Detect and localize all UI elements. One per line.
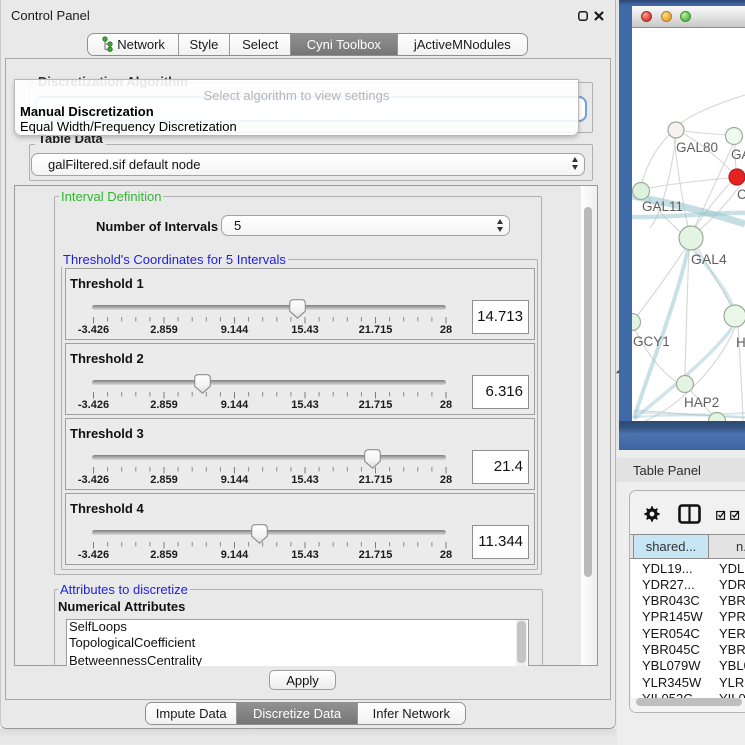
svg-text:C: C <box>737 187 745 202</box>
svg-text:GAL4: GAL4 <box>691 251 727 267</box>
svg-text:GA: GA <box>731 147 745 162</box>
svg-text:GAL80: GAL80 <box>676 140 718 155</box>
svg-text:GAL11: GAL11 <box>642 199 683 214</box>
svg-text:H: H <box>736 335 745 350</box>
svg-text:GCY1: GCY1 <box>633 334 670 349</box>
svg-text:HAP2: HAP2 <box>684 395 719 410</box>
